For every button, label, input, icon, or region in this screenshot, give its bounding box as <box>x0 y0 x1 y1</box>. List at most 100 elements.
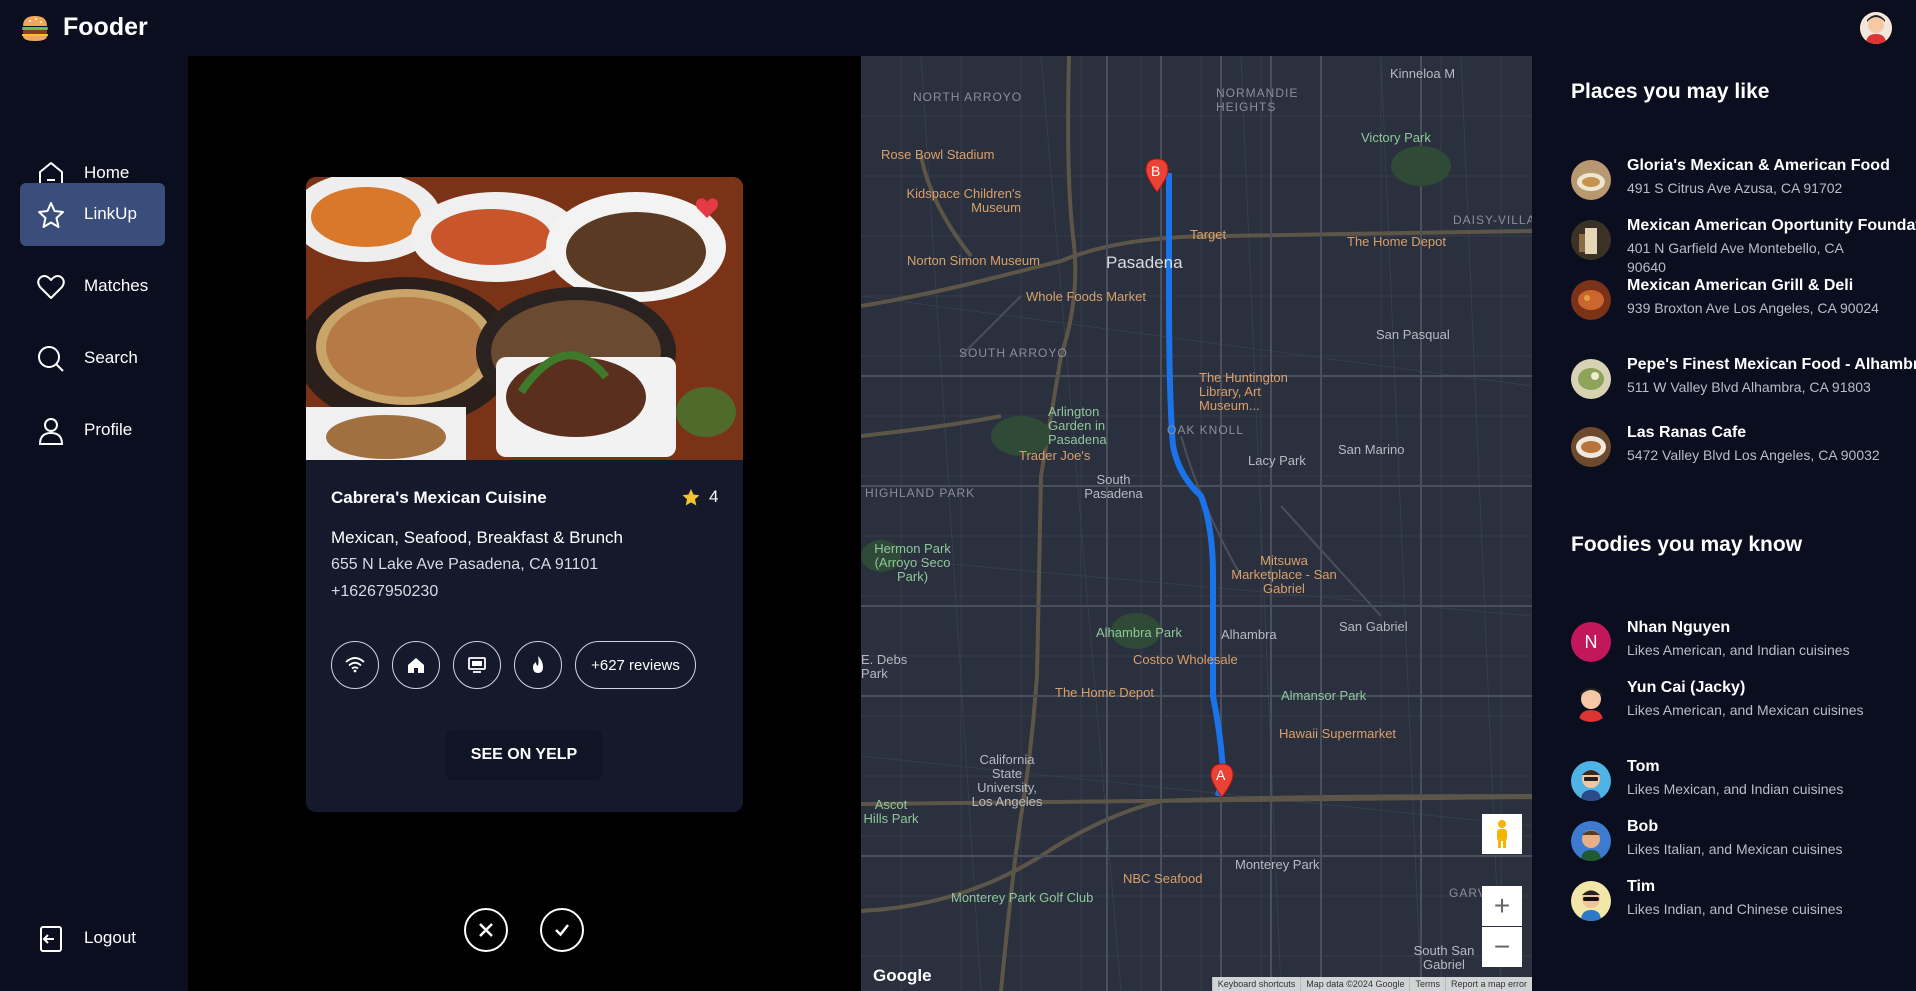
google-logo[interactable]: Google <box>873 966 932 986</box>
sidebar-item-label: Search <box>84 348 138 367</box>
place-name: Mexican American Grill & Deli <box>1627 277 1854 294</box>
keyboard-shortcuts-link[interactable]: Keyboard shortcuts <box>1211 977 1301 991</box>
street-view-pegman-button[interactable] <box>1482 814 1522 854</box>
place-address: 939 Broxton Ave Los Angeles, CA 90024 <box>1627 300 1879 316</box>
see-on-yelp-button[interactable]: SEE ON YELP <box>446 730 602 780</box>
report-error-link[interactable]: Report a map error <box>1444 977 1532 991</box>
map-footer: Keyboard shortcuts Map data ©2024 Google… <box>1211 977 1532 991</box>
map-label: Victory Park <box>1361 130 1431 145</box>
favorite-heart-icon[interactable] <box>695 197 719 219</box>
map-label: Kidspace Children's Museum <box>906 186 1022 215</box>
amenity-wifi[interactable] <box>331 641 379 689</box>
top-bar: Fooder <box>0 0 1916 56</box>
map-label: Hermon Park (Arroyo Seco Park) <box>874 541 951 584</box>
map-label: The Huntington Library, Art Museum... <box>1199 370 1288 413</box>
map-label: Mitsuwa Marketplace - San Gabriel <box>1231 553 1337 596</box>
reviews-button[interactable]: +627 reviews <box>575 641 696 689</box>
place-address: 511 W Valley Blvd Alhambra, CA 91803 <box>1627 379 1871 395</box>
place-address: 5472 Valley Blvd Los Angeles, CA 90032 <box>1627 447 1880 463</box>
logout-icon <box>40 926 62 952</box>
map-label: Kinneloa M <box>1390 66 1456 81</box>
map-label: Almansor Park <box>1281 688 1367 703</box>
places-title: Places you may like <box>1571 80 1770 103</box>
rating-value: 4 <box>709 487 719 506</box>
sidebar-item-search[interactable]: Search <box>20 327 165 390</box>
user-icon <box>38 418 64 445</box>
map-label: The Home Depot <box>1347 234 1446 249</box>
reject-button[interactable] <box>464 908 508 952</box>
place-name: Mexican American Oportunity Foundation <box>1627 217 1916 234</box>
place-name: Pepe's Finest Mexican Food - Alhambra <box>1627 356 1916 373</box>
close-icon <box>479 923 493 937</box>
burger-logo-icon[interactable] <box>20 14 50 42</box>
amenity-home[interactable] <box>392 641 440 689</box>
sidebar-item-profile[interactable]: Profile <box>20 399 165 462</box>
suggestions-panel: Places you may like Gloria's Mexican & A… <box>1532 56 1916 991</box>
map-label: California State University, Los Angeles <box>971 752 1043 809</box>
terms-link[interactable]: Terms <box>1409 977 1445 991</box>
logout-button[interactable]: Logout <box>20 907 165 970</box>
map-label: NORMANDIE HEIGHTS <box>1216 86 1299 114</box>
zoom-out-button[interactable]: − <box>1482 927 1522 967</box>
app-name[interactable]: Fooder <box>63 13 148 42</box>
foodie-avatar <box>1571 682 1611 722</box>
star-icon <box>682 488 700 505</box>
map-label: Whole Foods Market <box>1026 289 1146 304</box>
user-avatar[interactable] <box>1860 12 1892 44</box>
foodie-likes: Likes Italian, and Mexican cuisines <box>1627 841 1843 857</box>
zoom-in-button[interactable]: + <box>1482 886 1522 926</box>
map-label: HIGHLAND PARK <box>865 486 976 500</box>
restaurant-name: Cabrera's Mexican Cuisine <box>331 488 547 507</box>
place-address: 401 N Garfield Ave Montebello, CA 90640 <box>1627 240 1844 275</box>
map-label: Trader Joe's <box>1019 448 1091 463</box>
amenity-fire[interactable] <box>514 641 562 689</box>
place-thumbnail <box>1571 280 1611 320</box>
route-map[interactable]: B A NORTH ARROYO NORMANDIE HEIGHTS Kinne… <box>861 56 1532 991</box>
foodie-avatar <box>1571 881 1611 921</box>
foodie-avatar: N <box>1571 622 1611 662</box>
foodie-likes: Likes American, and Indian cuisines <box>1627 642 1850 658</box>
place-address: 491 S Citrus Ave Azusa, CA 91702 <box>1627 180 1843 196</box>
place-thumbnail <box>1571 359 1611 399</box>
map-label: DAISY-VILLA <box>1453 213 1532 227</box>
map-label: Alhambra Park <box>1096 625 1182 640</box>
wifi-icon <box>345 657 365 673</box>
sidebar-item-matches[interactable]: Matches <box>20 255 165 318</box>
tv-icon <box>468 657 486 673</box>
check-icon <box>555 924 569 937</box>
map-label: Monterey Park Golf Club <box>951 890 1094 905</box>
map-label: The Home Depot <box>1055 685 1154 700</box>
foodies-title: Foodies you may know <box>1571 533 1803 556</box>
star-icon <box>38 202 64 228</box>
map-label: NBC Seafood <box>1123 871 1203 886</box>
restaurant-photo <box>306 177 743 460</box>
amenity-tv[interactable] <box>453 641 501 689</box>
map-data-label: Map data ©2024 Google <box>1300 977 1409 991</box>
pegman-icon <box>1497 820 1507 848</box>
place-thumbnail <box>1571 160 1611 200</box>
marker-a-label: A <box>1216 767 1226 783</box>
place-thumbnail <box>1571 220 1611 260</box>
heart-icon <box>37 275 65 299</box>
place-name: Las Ranas Cafe <box>1627 424 1747 441</box>
fire-icon <box>533 656 543 673</box>
sidebar-item-linkup[interactable]: LinkUp <box>20 183 165 246</box>
restaurant-phone: +16267950230 <box>331 583 439 600</box>
foodie-likes: Likes Indian, and Chinese cuisines <box>1627 901 1843 917</box>
restaurant-categories: Mexican, Seafood, Breakfast & Brunch <box>331 528 623 547</box>
map-label: Monterey Park <box>1235 857 1320 872</box>
logout-label: Logout <box>84 928 136 947</box>
map-label: E. Debs Park <box>861 652 908 681</box>
foodie-name: Nhan Nguyen <box>1627 619 1731 636</box>
map-label: Pasadena <box>1106 253 1183 272</box>
sidebar-item-label: LinkUp <box>84 204 137 223</box>
map-label: NORTH ARROYO <box>913 90 1023 104</box>
map-label: South Pasadena <box>1084 472 1143 501</box>
accept-button[interactable] <box>540 908 584 952</box>
sidebar: Home LinkUp Matches Search Profile Logou… <box>0 56 188 991</box>
map-label: San Gabriel <box>1339 619 1408 634</box>
map-label: San Pasqual <box>1376 327 1450 342</box>
map-label: OAK KNOLL <box>1167 423 1245 437</box>
map-label: Norton Simon Museum <box>907 253 1040 268</box>
map-label: Hawaii Supermarket <box>1279 726 1397 741</box>
